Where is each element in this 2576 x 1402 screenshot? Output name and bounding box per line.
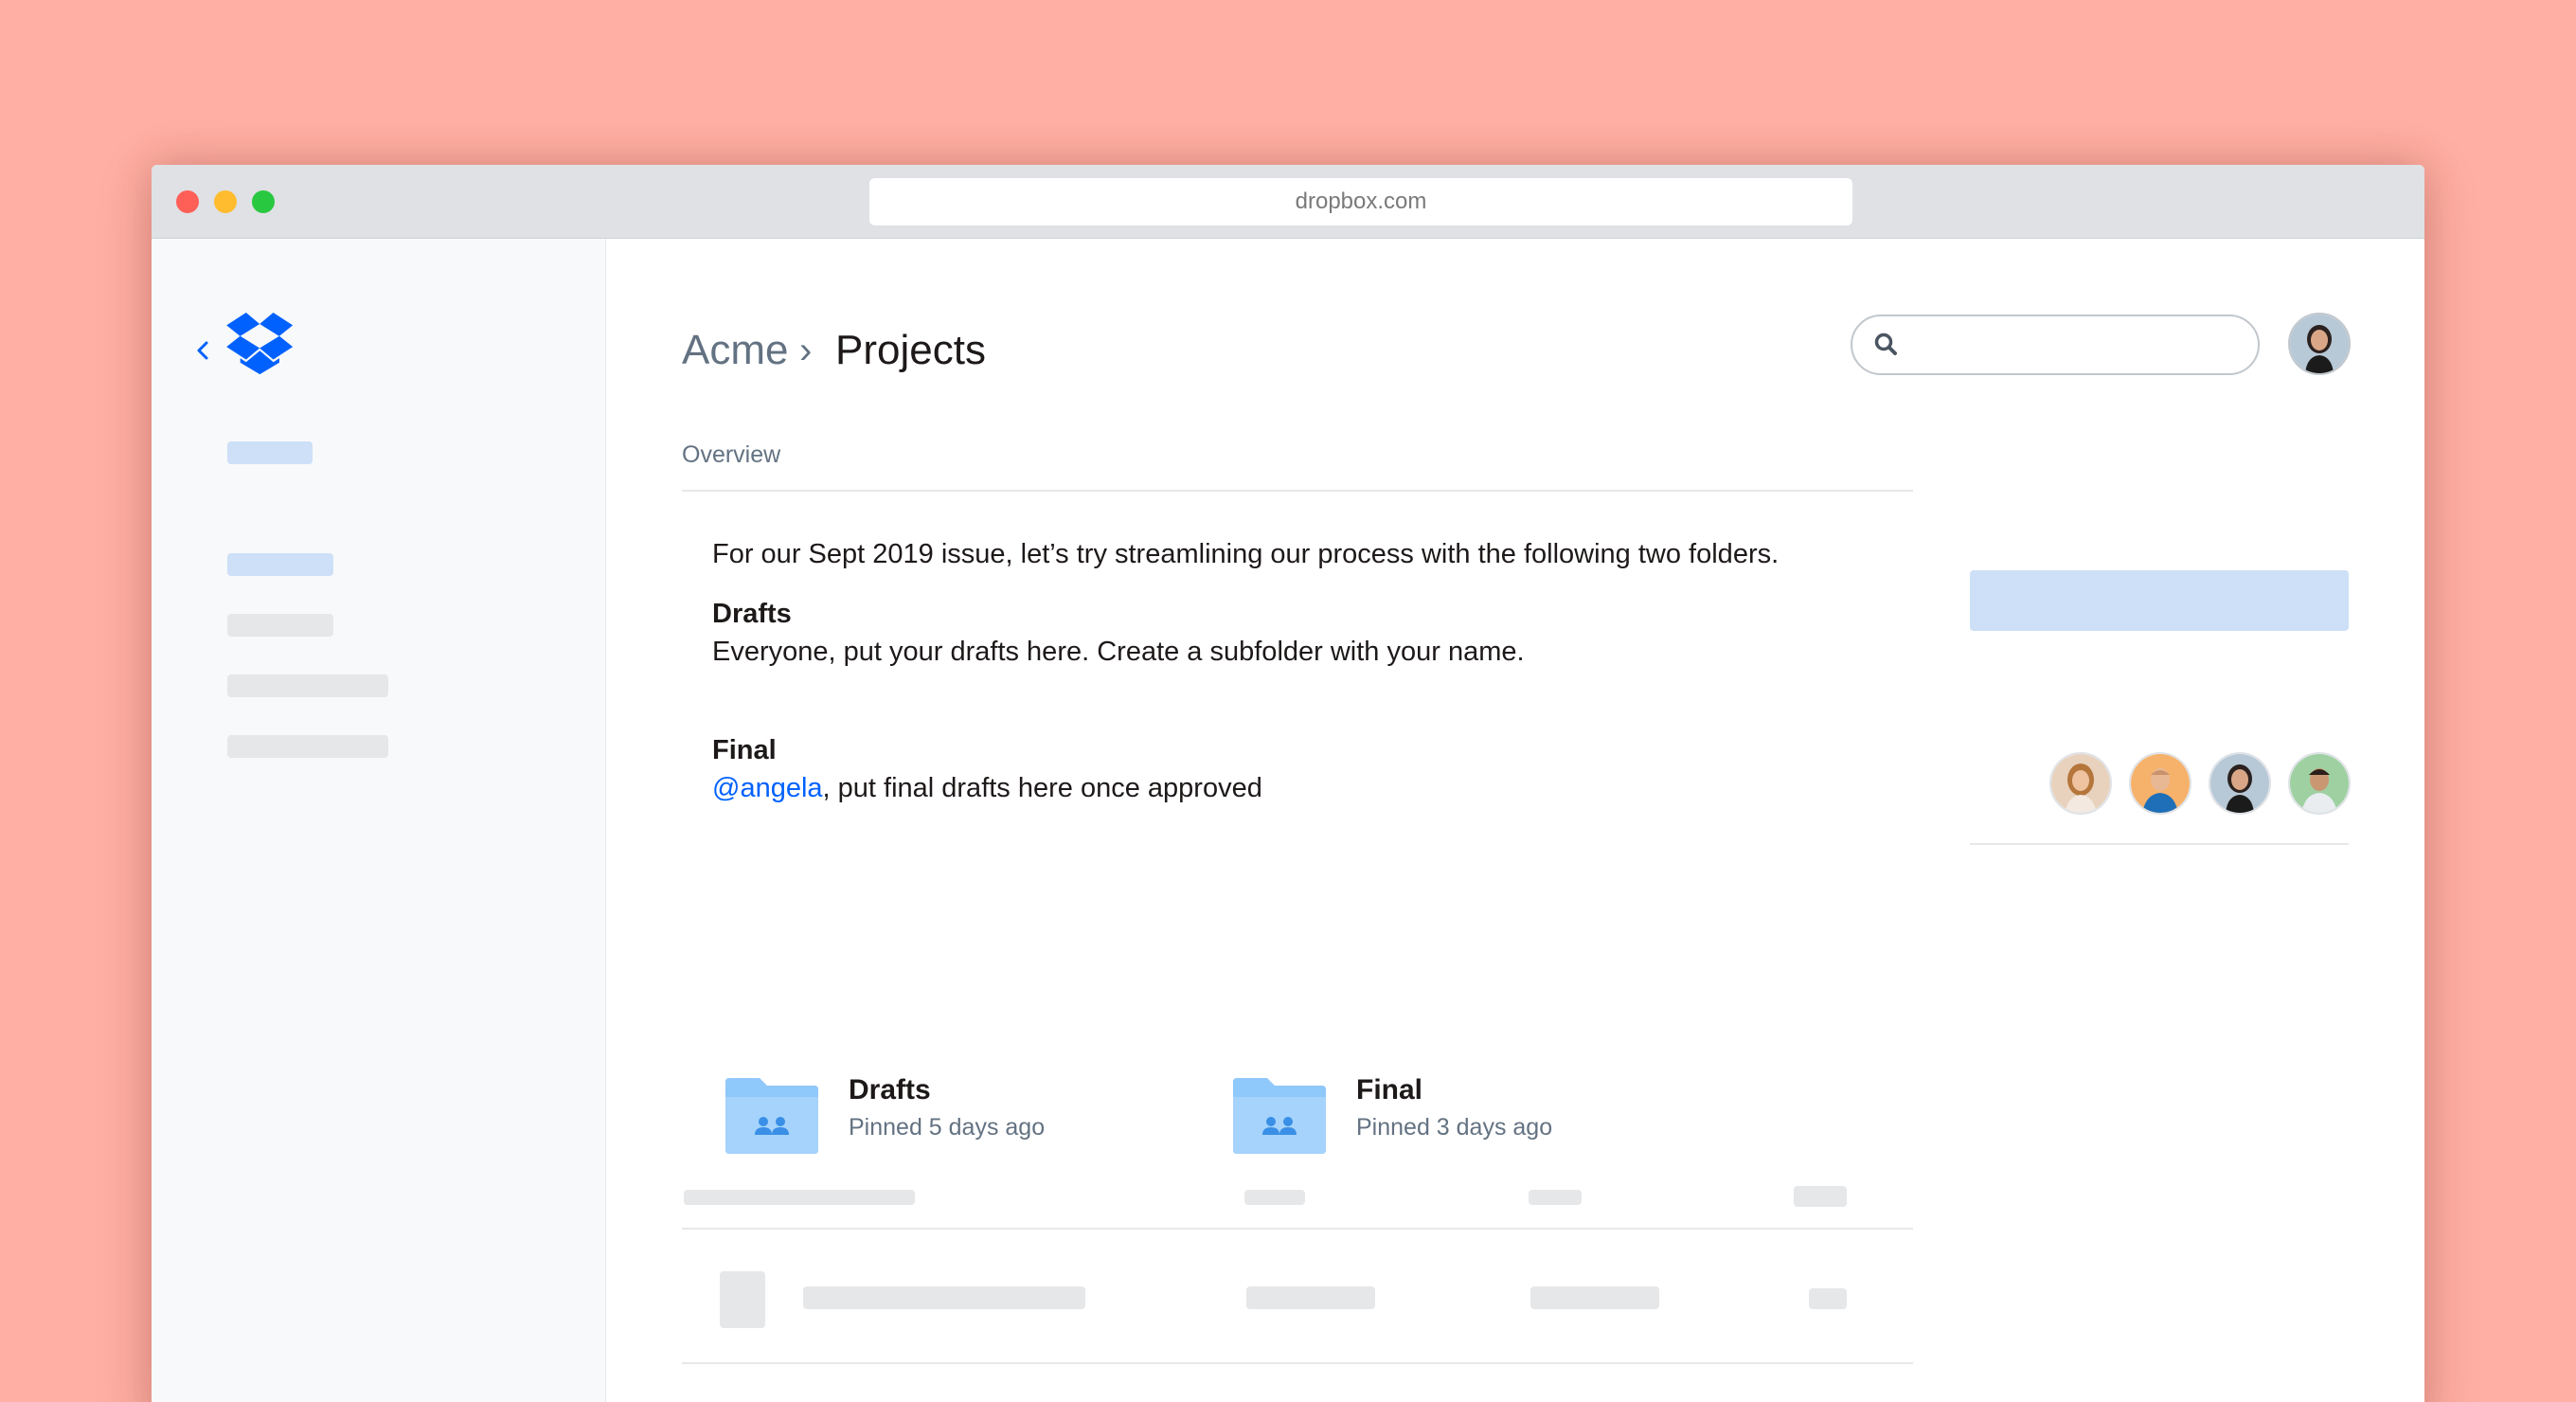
member-avatar[interactable] bbox=[2049, 752, 2112, 815]
pinned-folder-card[interactable]: Drafts Pinned 5 days ago bbox=[725, 1072, 1123, 1167]
description-intro: For our Sept 2019 issue, let’s try strea… bbox=[712, 539, 1780, 569]
folder-name: Drafts bbox=[849, 1074, 931, 1105]
user-avatar[interactable] bbox=[2288, 313, 2351, 375]
chevron-left-icon[interactable] bbox=[193, 337, 212, 364]
description-drafts-heading: Drafts bbox=[712, 599, 792, 629]
member-avatar-image bbox=[2210, 754, 2269, 813]
sidebar bbox=[152, 239, 606, 1402]
dropbox-logo-icon[interactable] bbox=[225, 313, 295, 375]
folder-pinned-time: Pinned 3 days ago bbox=[1356, 1114, 1553, 1141]
tab-overview[interactable]: Overview bbox=[682, 441, 780, 469]
share-button-placeholder[interactable] bbox=[1970, 570, 2349, 631]
folder-name: Final bbox=[1356, 1074, 1423, 1105]
table-header-placeholder bbox=[1244, 1190, 1305, 1205]
member-avatar[interactable] bbox=[2129, 752, 2191, 815]
minimize-window-button[interactable] bbox=[214, 190, 237, 213]
table-header-placeholder bbox=[1794, 1186, 1847, 1207]
browser-window: dropbox.com Acme › Projects Overview For… bbox=[152, 165, 2424, 1402]
description-final-rest: , put final drafts here once approved bbox=[822, 773, 1262, 803]
sidebar-placeholder-active[interactable] bbox=[227, 553, 333, 576]
table-row-placeholder[interactable] bbox=[803, 1286, 1085, 1309]
table-header-placeholder bbox=[1529, 1190, 1582, 1205]
member-avatar[interactable] bbox=[2288, 752, 2351, 815]
main-content: Acme › Projects Overview For our Sept 20… bbox=[606, 239, 2424, 1402]
member-avatar-image bbox=[2131, 754, 2190, 813]
sidebar-placeholder-item[interactable] bbox=[227, 735, 388, 758]
divider bbox=[682, 1362, 1913, 1364]
close-window-button[interactable] bbox=[176, 190, 199, 213]
member-avatar-image bbox=[2290, 754, 2349, 813]
shared-folder-icon bbox=[1233, 1078, 1326, 1154]
page-title: Projects bbox=[835, 327, 986, 373]
browser-titlebar: dropbox.com bbox=[152, 165, 2424, 239]
divider bbox=[682, 1228, 1913, 1230]
breadcrumb-chevron-icon: › bbox=[799, 330, 813, 371]
breadcrumb-acme[interactable]: Acme bbox=[682, 324, 788, 377]
maximize-window-button[interactable] bbox=[252, 190, 275, 213]
sidebar-placeholder-item[interactable] bbox=[227, 614, 333, 637]
divider bbox=[682, 490, 1913, 492]
pinned-folder-card[interactable]: Final Pinned 3 days ago bbox=[1233, 1072, 1631, 1167]
table-row-placeholder bbox=[1809, 1288, 1847, 1309]
shared-folder-icon bbox=[725, 1078, 818, 1154]
member-avatar-image bbox=[2051, 754, 2110, 813]
sidebar-placeholder-item[interactable] bbox=[227, 674, 388, 697]
user-mention-link[interactable]: @angela bbox=[712, 773, 823, 803]
user-avatar-image bbox=[2290, 315, 2349, 373]
sidebar-placeholder-home[interactable] bbox=[227, 441, 313, 464]
search-input[interactable] bbox=[1851, 315, 2260, 375]
table-header-placeholder bbox=[684, 1190, 915, 1205]
member-avatar[interactable] bbox=[2209, 752, 2271, 815]
table-row-placeholder bbox=[1530, 1286, 1659, 1309]
file-icon-placeholder bbox=[720, 1271, 765, 1328]
divider bbox=[1970, 843, 2349, 845]
description-final-heading: Final bbox=[712, 735, 777, 765]
description-drafts-text: Everyone, put your drafts here. Create a… bbox=[712, 637, 1525, 667]
description-final-text: @angela, put final drafts here once appr… bbox=[712, 770, 1262, 806]
search-icon bbox=[1874, 333, 1897, 355]
folder-pinned-time: Pinned 5 days ago bbox=[849, 1114, 1046, 1141]
table-row-placeholder bbox=[1246, 1286, 1375, 1309]
address-bar[interactable]: dropbox.com bbox=[869, 178, 1852, 225]
